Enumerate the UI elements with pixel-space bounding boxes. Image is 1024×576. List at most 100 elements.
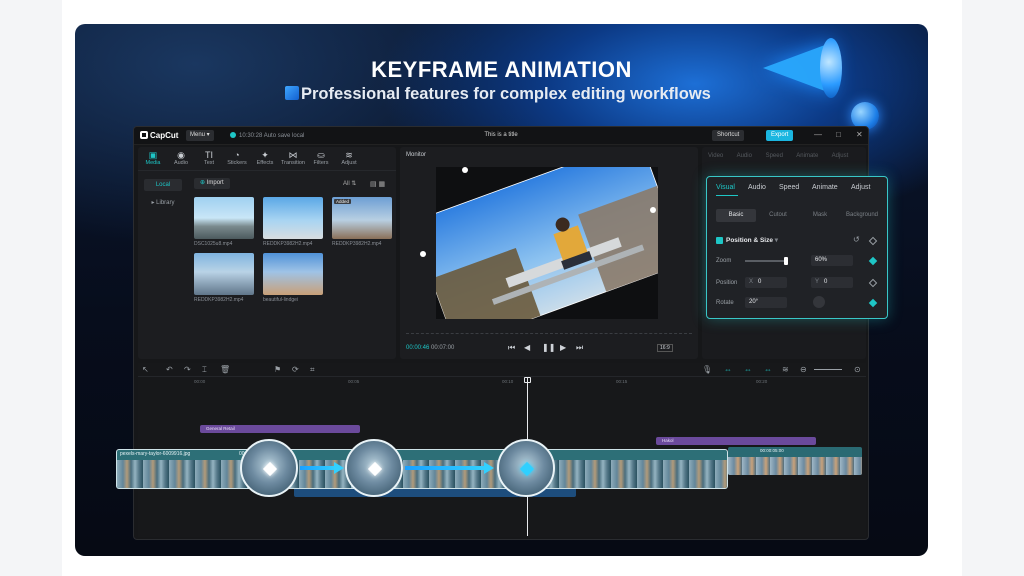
tab-label: Effects	[256, 160, 274, 166]
tab-media[interactable]: ▣ Media	[140, 150, 166, 166]
skip-end-icon[interactable]: ⏭	[576, 343, 583, 353]
subtab-mask[interactable]: Mask	[800, 209, 840, 222]
delete-icon[interactable]: 🗑	[220, 365, 230, 374]
effect-clip[interactable]: Hakol	[656, 437, 816, 445]
tab-audio[interactable]: Audio	[748, 184, 766, 191]
position-label: Position	[716, 280, 738, 286]
minimize-icon[interactable]: —	[814, 130, 822, 139]
transform-handle[interactable]	[650, 207, 656, 213]
link-icon[interactable]: ⇔	[724, 365, 732, 374]
audio-icon: ◉	[177, 150, 185, 160]
inspector-tabs-dim: Video Audio Speed Animate Adjust	[708, 153, 849, 159]
close-icon[interactable]: ✕	[856, 130, 863, 139]
view-toggle-icon[interactable]: ▤ ▦	[370, 180, 385, 188]
media-thumbnail[interactable]	[194, 253, 254, 295]
zoom-slider-knob[interactable]	[784, 257, 788, 265]
sidebar-item-local[interactable]: Local	[144, 179, 182, 191]
keyframe-active-icon[interactable]	[868, 256, 878, 266]
split-icon[interactable]: ⌶	[202, 365, 207, 375]
rotate-label: Rotate	[716, 300, 734, 306]
select-tool-icon[interactable]: ↖	[142, 365, 149, 374]
rotate-icon[interactable]: ⟳	[292, 365, 299, 374]
transform-handle[interactable]	[420, 251, 426, 257]
keyframe-bubble[interactable]	[497, 439, 555, 497]
media-caption: REDDKP3982H2.mp4	[194, 297, 244, 303]
maximize-icon[interactable]: □	[836, 130, 841, 139]
next-frame-icon[interactable]: ▶	[560, 343, 566, 352]
aspect-ratio-button[interactable]: 16:9	[657, 344, 673, 352]
cube-icon	[285, 86, 299, 100]
tool-tabs: ▣ Media ◉ Audio TI Text ◔ Stickers ✦ Effects …	[138, 147, 396, 171]
export-button[interactable]: Export	[766, 130, 794, 141]
skip-start-icon[interactable]: ⏮	[508, 343, 515, 353]
tab-visual[interactable]: Visual	[716, 184, 735, 191]
tab-underline	[716, 195, 738, 196]
tab-adjust[interactable]: ≋ Adjust	[336, 150, 362, 166]
tab-adjust[interactable]: Adjust	[851, 184, 870, 191]
zoom-fit-icon[interactable]: ⊙	[854, 365, 861, 374]
ruler-tick: 00:20	[756, 379, 768, 384]
tab-transition[interactable]: ⋈ Transition	[280, 150, 306, 166]
tab-effects[interactable]: ✦ Effects	[252, 150, 278, 166]
y-label: Y	[815, 279, 820, 285]
snap-icon[interactable]: ⇔	[744, 365, 752, 374]
tab-speed[interactable]: Speed	[779, 184, 799, 191]
shortcut-button[interactable]: Shortcut	[712, 130, 745, 141]
keyframe-active-icon[interactable]	[868, 298, 878, 308]
tab-stickers[interactable]: ◔ Stickers	[224, 150, 250, 166]
media-thumbnail[interactable]: Added	[332, 197, 392, 239]
mic-icon[interactable]: 🎙	[702, 365, 712, 374]
redo-icon[interactable]: ↷	[184, 365, 191, 374]
tab-label: Audio	[173, 160, 189, 166]
tab-filters[interactable]: ⛀ Filters	[308, 150, 334, 166]
tab-animate[interactable]: Animate	[812, 184, 838, 191]
stickers-icon: ◔	[234, 150, 240, 160]
section-label: Position & Size	[726, 237, 773, 244]
letterbox-left	[0, 0, 62, 576]
keyframe-icon[interactable]	[868, 236, 878, 246]
position-size-checkbox[interactable]	[716, 237, 723, 244]
arrow-icon	[300, 466, 336, 470]
position-y-field[interactable]: Y 0	[811, 277, 853, 288]
tab-audio[interactable]: ◉ Audio	[168, 150, 194, 166]
preview-canvas[interactable]	[410, 147, 686, 347]
filter-dropdown[interactable]: All ⇅	[343, 180, 356, 187]
rotate-field[interactable]: 20°	[745, 297, 787, 308]
subtab-basic[interactable]: Basic	[716, 209, 756, 222]
sidebar-item-library[interactable]: ▸ Library	[144, 197, 182, 209]
zoom-out-icon[interactable]: ⊖	[800, 365, 807, 374]
keyframe-icon[interactable]	[868, 278, 878, 288]
transform-handle[interactable]	[462, 167, 468, 173]
undo-icon[interactable]: ↶	[166, 365, 173, 374]
mirror-icon[interactable]: ⚑	[274, 365, 281, 374]
zoom-slider[interactable]	[814, 369, 842, 370]
media-thumbnail[interactable]	[194, 197, 254, 239]
tab-text[interactable]: TI Text	[196, 150, 222, 166]
import-button[interactable]: ⊕ Import	[194, 178, 230, 189]
prev-frame-icon[interactable]: ◀	[524, 343, 530, 352]
library-label: Library	[156, 200, 175, 206]
position-x-field[interactable]: X 0	[745, 277, 787, 288]
title-bar: CapCut Menu ▾ 10:30:28 Auto save local T…	[134, 127, 868, 145]
keyframe-bubble[interactable]	[240, 439, 298, 497]
monitor-scrubber[interactable]	[406, 333, 692, 335]
zoom-slider[interactable]	[745, 260, 787, 262]
reset-icon[interactable]: ↺	[853, 235, 860, 244]
preview-image	[410, 147, 686, 347]
media-caption: beautiful-lindgei	[263, 297, 299, 303]
subtab-cutout[interactable]: Cutout	[758, 209, 798, 222]
preview-axis-icon[interactable]: ⇔	[764, 365, 772, 374]
rotate-dial[interactable]	[813, 296, 825, 308]
crop-icon[interactable]: ⌗	[310, 365, 315, 375]
subtab-background[interactable]: Background	[842, 209, 882, 222]
current-time: 00:00:46	[406, 345, 430, 351]
zoom-field[interactable]: 60%	[811, 255, 853, 266]
keyframe-bubble[interactable]	[345, 439, 403, 497]
tab-label: Stickers	[227, 160, 247, 166]
video-clip[interactable]: 00:00:05:00	[728, 447, 862, 475]
media-thumbnail[interactable]	[263, 197, 323, 239]
media-thumbnail[interactable]	[263, 253, 323, 295]
effect-clip[interactable]: General Retail	[200, 425, 360, 433]
audio-wave-icon[interactable]: ≋	[782, 365, 789, 374]
pause-icon[interactable]: ❚❚	[542, 343, 555, 352]
